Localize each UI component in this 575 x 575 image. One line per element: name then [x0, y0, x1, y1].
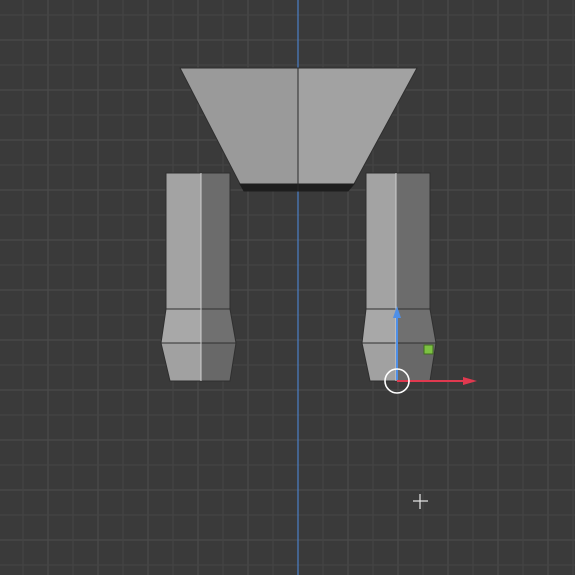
x-axis-arrow-head[interactable]: [463, 377, 477, 385]
xz-plane-handle[interactable]: [423, 344, 434, 355]
3d-viewport[interactable]: [0, 0, 575, 575]
crosshair-icon: [413, 494, 428, 509]
viewport-canvas[interactable]: [0, 0, 575, 575]
mesh-left-leg[interactable]: [160, 172, 237, 382]
